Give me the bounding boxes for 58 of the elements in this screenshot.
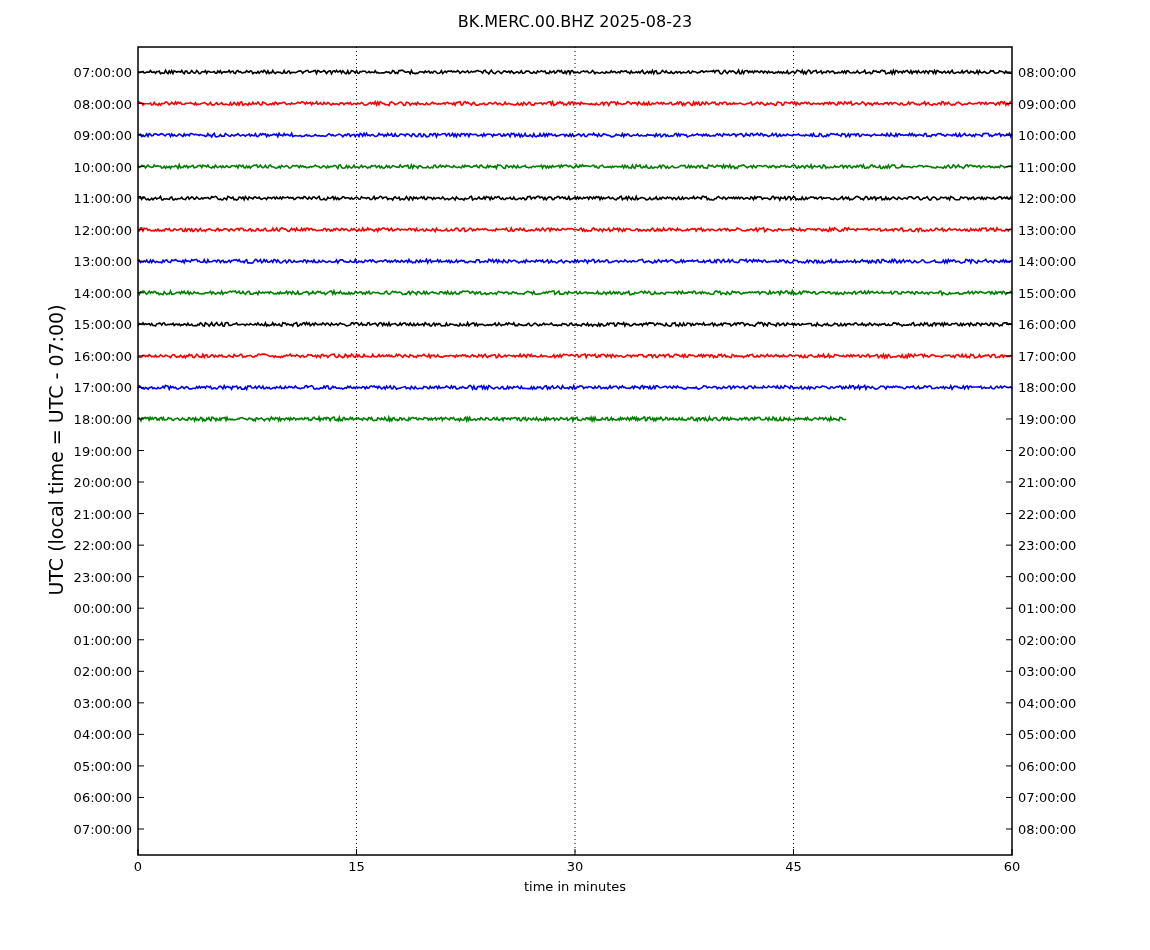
hour-label: 17:00:00 <box>1018 348 1077 364</box>
hour-label: 11:00:00 <box>73 191 132 207</box>
hour-label: 17:00:00 <box>73 380 132 396</box>
hour-label: 12:00:00 <box>1018 191 1077 207</box>
hour-label: 08:00:00 <box>1018 65 1077 80</box>
hour-label: 15:00:00 <box>73 317 132 333</box>
hour-label: 06:00:00 <box>1018 758 1077 774</box>
hour-label: 13:00:00 <box>1018 222 1077 238</box>
hour-label: 16:00:00 <box>73 348 132 364</box>
hour-label: 04:00:00 <box>73 727 132 743</box>
hour-label: 15:00:00 <box>1018 285 1077 301</box>
hour-label: 04:00:00 <box>1018 695 1077 711</box>
hour-label: 07:00:00 <box>73 822 132 837</box>
hour-label: 16:00:00 <box>1018 317 1077 333</box>
hour-label: 10:00:00 <box>73 159 132 175</box>
hour-label: 01:00:00 <box>73 632 132 648</box>
hour-label: 07:00:00 <box>73 65 132 80</box>
hour-label: 11:00:00 <box>1018 159 1077 175</box>
hour-label: 09:00:00 <box>73 128 132 144</box>
hour-label: 12:00:00 <box>73 222 132 238</box>
hour-label: 00:00:00 <box>1018 569 1077 585</box>
hour-label: 03:00:00 <box>1018 664 1077 680</box>
hour-label: 21:00:00 <box>73 506 132 522</box>
hour-label: 07:00:00 <box>1018 790 1077 806</box>
minute-tick-label: 45 <box>785 859 802 874</box>
hour-label: 23:00:00 <box>73 569 132 585</box>
minute-tick-label: 60 <box>1003 859 1021 874</box>
hour-label: 02:00:00 <box>73 664 132 680</box>
hour-label: 02:00:00 <box>1018 632 1077 648</box>
hour-label: 19:00:00 <box>1018 411 1077 427</box>
hour-label: 00:00:00 <box>73 601 132 617</box>
plot-title: BK.MERC.00.BHZ 2025-08-23 <box>457 12 693 31</box>
hour-label: 19:00:00 <box>73 443 132 459</box>
hour-label: 05:00:00 <box>73 758 132 774</box>
hour-label: 06:00:00 <box>73 790 132 806</box>
hour-label: 20:00:00 <box>73 475 132 491</box>
hour-label: 08:00:00 <box>73 96 132 112</box>
hour-label: 14:00:00 <box>1018 254 1077 270</box>
hour-label: 23:00:00 <box>1018 538 1077 554</box>
hour-label: 20:00:00 <box>1018 443 1077 459</box>
hour-label: 14:00:00 <box>73 285 132 301</box>
hour-label: 08:00:00 <box>1018 822 1077 837</box>
hour-label: 10:00:00 <box>1018 128 1077 144</box>
hour-label: 03:00:00 <box>73 695 132 711</box>
hour-label: 22:00:00 <box>73 538 132 554</box>
hour-label: 05:00:00 <box>1018 727 1077 743</box>
hour-label: 18:00:00 <box>1018 380 1077 396</box>
hour-label: 21:00:00 <box>1018 475 1077 491</box>
hour-label: 18:00:00 <box>73 411 132 427</box>
minute-tick-label: 30 <box>566 859 584 874</box>
y-axis-label: UTC (local time = UTC - 07:00) <box>45 304 67 596</box>
x-axis-label: time in minutes <box>523 879 627 894</box>
hour-label: 01:00:00 <box>1018 601 1077 617</box>
minute-tick-label: 0 <box>133 859 143 874</box>
hour-label: 22:00:00 <box>1018 506 1077 522</box>
minute-tick-label: 15 <box>348 859 365 874</box>
hour-label: 13:00:00 <box>73 254 132 270</box>
hour-label: 09:00:00 <box>1018 96 1077 112</box>
